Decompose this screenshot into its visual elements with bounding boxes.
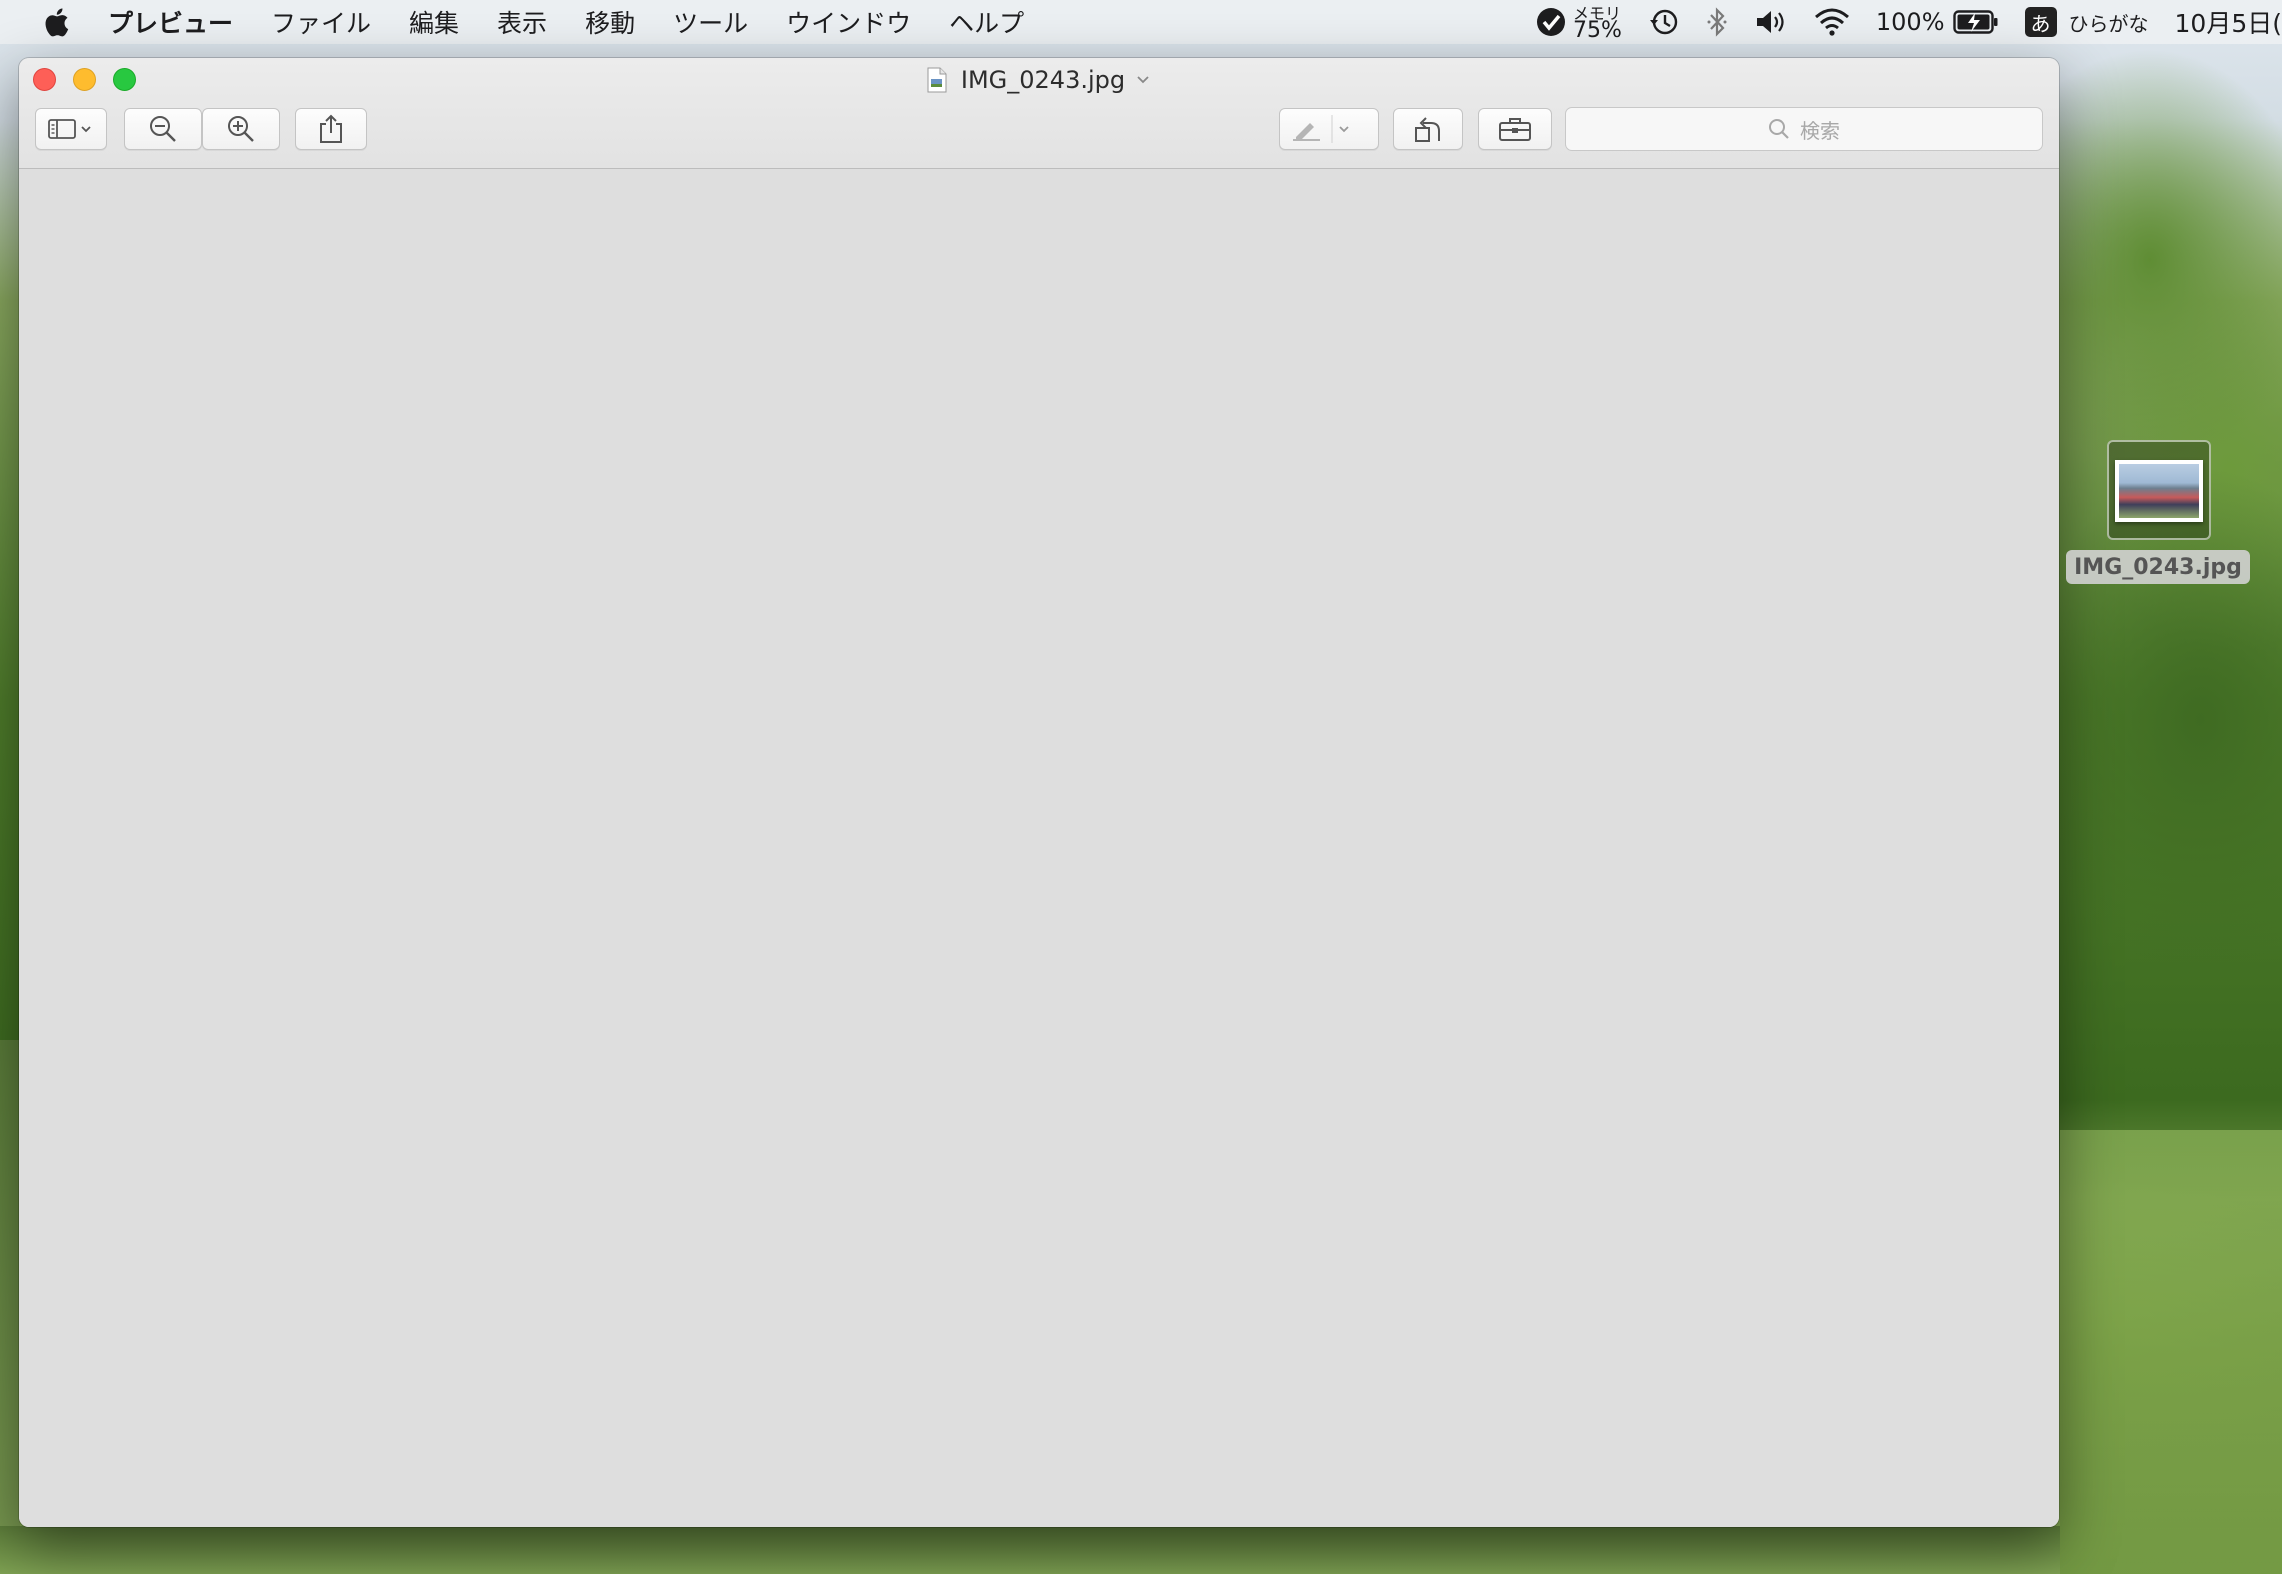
- wallpaper-edge: [0, 1040, 20, 1574]
- sidebar-icon: [48, 119, 91, 139]
- input-method-badge: あ: [2024, 7, 2057, 37]
- zoom-in-icon: [228, 116, 254, 142]
- preview-window: IMG_0243.jpg 検索: [19, 58, 2059, 1527]
- share-icon: [320, 114, 342, 143]
- chevron-down-icon[interactable]: [1135, 72, 1151, 88]
- bluetooth[interactable]: [1706, 7, 1728, 37]
- menu-app-name[interactable]: プレビュー: [108, 4, 233, 40]
- rotate-button[interactable]: [1393, 108, 1463, 150]
- menu-bar: プレビュー ファイル 編集 表示 移動 ツール ウインドウ ヘルプ メモリ 75…: [0, 0, 2282, 44]
- toolbox-icon: [1499, 118, 1531, 141]
- pen-icon: [1293, 115, 1349, 143]
- markup-toolbar-button[interactable]: [1478, 108, 1552, 150]
- menu-help[interactable]: ヘルプ: [949, 4, 1024, 40]
- wallpaper-grass: [0, 1526, 2060, 1574]
- time-machine-icon: [1649, 9, 1678, 35]
- desktop-file-icon[interactable]: IMG_0243.jpg: [2066, 438, 2250, 588]
- battery-percent: 100%: [1875, 8, 1945, 36]
- share-button[interactable]: [295, 108, 367, 150]
- menu-file[interactable]: ファイル: [271, 4, 371, 40]
- status-area: メモリ 75% 100% あ ひらがな 10月5日(: [1535, 0, 2282, 44]
- clock[interactable]: 10月5日(: [2175, 4, 2282, 40]
- menu-view[interactable]: 表示: [497, 4, 547, 40]
- bluetooth-icon: [1707, 7, 1727, 37]
- input-method-label: ひらがな: [2068, 11, 2149, 36]
- input-method[interactable]: あ ひらがな: [2024, 7, 2149, 37]
- window-titlebar: IMG_0243.jpg 検索: [19, 58, 2059, 169]
- zoom-out-icon: [150, 116, 176, 142]
- memory-value: 75%: [1572, 18, 1622, 43]
- window-title[interactable]: IMG_0243.jpg: [19, 62, 2059, 98]
- document-view[interactable]: [19, 169, 2059, 1527]
- window-title-text: IMG_0243.jpg: [960, 66, 1126, 94]
- sidebar-toggle-button[interactable]: [35, 108, 107, 150]
- apple-menu-icon[interactable]: [40, 6, 70, 38]
- battery[interactable]: 100%: [1876, 8, 1999, 36]
- memory-monitor[interactable]: メモリ 75%: [1535, 5, 1622, 43]
- time-machine[interactable]: [1648, 6, 1680, 38]
- search-icon: [1769, 119, 1789, 139]
- menu-go[interactable]: 移動: [585, 4, 635, 40]
- document-icon: [927, 67, 947, 93]
- battery-charging-icon: [1952, 10, 1998, 34]
- zoom-out-button[interactable]: [124, 108, 202, 150]
- wifi-icon: [1814, 8, 1849, 36]
- search-field[interactable]: 検索: [1565, 107, 2043, 151]
- zoom-in-button[interactable]: [202, 108, 280, 150]
- volume-icon: [1756, 11, 1784, 33]
- memory-gauge-icon: [1536, 8, 1565, 36]
- menu-edit[interactable]: 編集: [409, 4, 459, 40]
- markup-pen-button[interactable]: [1279, 108, 1379, 150]
- menu-tools[interactable]: ツール: [673, 4, 748, 40]
- menu-window[interactable]: ウインドウ: [786, 4, 911, 40]
- desktop-file-label: IMG_0243.jpg: [2066, 550, 2250, 584]
- rotate-left-icon: [1415, 117, 1440, 142]
- volume[interactable]: [1754, 7, 1788, 37]
- image-thumbnail-icon: [2115, 460, 2203, 522]
- wifi[interactable]: [1814, 7, 1850, 37]
- search-placeholder: 検索: [1800, 118, 1840, 143]
